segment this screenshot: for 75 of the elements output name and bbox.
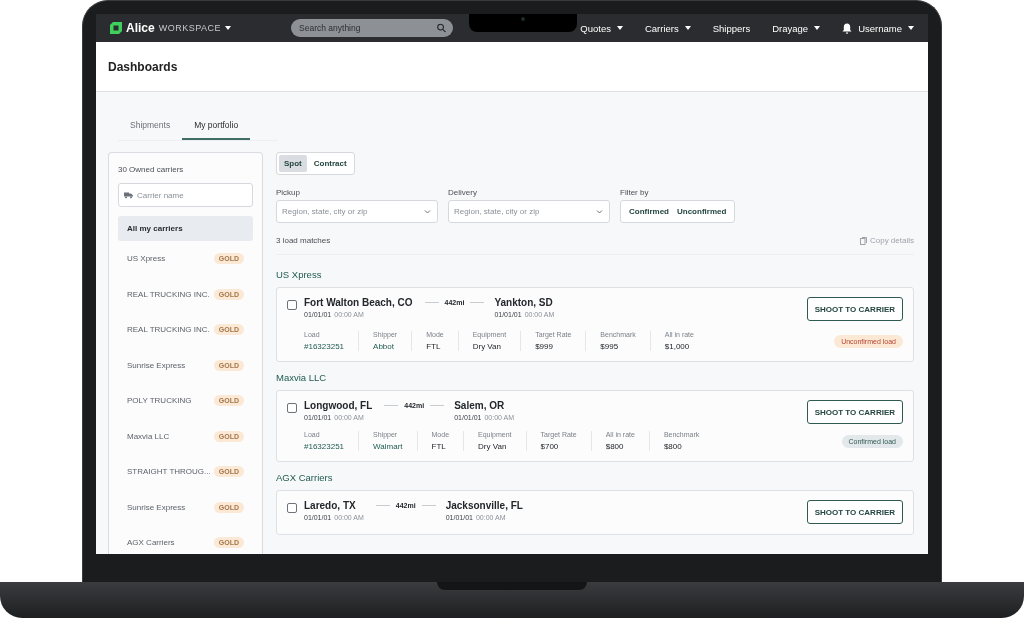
tab[interactable]: My portfolio (182, 112, 251, 140)
carrier-group-title: Maxvia LLC (276, 372, 328, 383)
destination-city: Yankton, SD (494, 297, 554, 308)
brand-suffix: WORKSPACE (158, 23, 222, 33)
carrier-name: All my carriers (127, 224, 183, 233)
chevron-icon (596, 209, 603, 214)
carrier-search-field[interactable]: Carrier name (118, 183, 253, 207)
field-value: $1,000 (664, 342, 691, 351)
shoot-to-carrier-button[interactable]: SHOOT TO CARRIER (806, 400, 903, 424)
origin-city: Longwood, FL (304, 400, 373, 411)
destination-city: Salem, OR (454, 400, 506, 411)
carrier-name: US Xpress (127, 254, 166, 264)
destination-city: Jacksonville, FL (445, 500, 523, 511)
copy-icon (859, 236, 867, 245)
tab[interactable]: Shipments (118, 112, 183, 140)
field-value: $800 (663, 442, 683, 451)
brand-name: Alice (126, 21, 155, 35)
carrier-name: POLY TRUCKING (127, 396, 192, 406)
user-menu[interactable]: Username (842, 22, 914, 34)
filter-option[interactable]: Confirmed (627, 204, 671, 219)
shoot-to-carrier-button[interactable]: SHOOT TO CARRIER (806, 297, 903, 321)
carrier-name: REAL TRUCKING INC. (127, 325, 210, 335)
field-value: Dry Van (478, 442, 508, 451)
nav-menu-item[interactable]: Shippers (712, 22, 751, 34)
caret-icon (684, 26, 691, 30)
page-title: Dashboards (108, 59, 178, 74)
nav-menu-item[interactable]: Drayage (772, 22, 821, 34)
location-select[interactable]: Region, state, city or zip (276, 200, 438, 223)
carrier-name: AGX Carriers (127, 538, 175, 548)
carrier-name: Maxvia LLC (127, 431, 170, 441)
field-value: FTL (426, 342, 442, 351)
carrier-name: REAL TRUCKING INC. (127, 289, 210, 299)
field-value: FTL (431, 442, 447, 451)
carrier-list-item[interactable]: All my carriers (118, 216, 253, 241)
origin-city: Fort Walton Beach, CO (304, 297, 413, 308)
carrier-group-title: AGX Carriers (276, 472, 334, 483)
field-link[interactable]: #16323251 (304, 442, 345, 451)
logo-icon (110, 22, 122, 34)
checkbox[interactable] (287, 403, 297, 413)
filter-label: Delivery (448, 188, 478, 197)
carrier-name: Sunrise Express (127, 502, 186, 512)
field-value: $995 (600, 342, 620, 351)
caret-icon (225, 26, 232, 30)
caret-icon (616, 26, 623, 30)
carrier-name: Sunrise Express (127, 360, 186, 370)
filter-option[interactable]: Unconfirmed (675, 204, 729, 219)
field-link[interactable]: Abbot (373, 342, 398, 351)
mode-toggle-option[interactable]: Spot (279, 155, 307, 172)
carrier-group-title: US Xpress (276, 269, 323, 280)
bell-icon (842, 22, 853, 34)
chevron-icon (424, 209, 431, 214)
truck-icon (124, 191, 133, 199)
field-value: $800 (605, 442, 625, 451)
filter-label: Pickup (276, 188, 301, 197)
nav-menu-item[interactable]: Quotes (580, 22, 623, 34)
field-value: Dry Van (472, 342, 502, 351)
carrier-count: 30 Owned carriers (118, 165, 185, 174)
carrier-name: STRAIGHT THROUG... (127, 467, 211, 477)
field-value: $700 (540, 442, 560, 451)
search-icon (437, 23, 447, 33)
field-link[interactable]: #16323251 (304, 342, 345, 351)
checkbox[interactable] (287, 300, 297, 310)
mode-toggle-option[interactable]: Contract (308, 155, 352, 172)
match-count: 3 load matches (276, 236, 331, 245)
shoot-to-carrier-button[interactable]: SHOOT TO CARRIER (806, 500, 903, 524)
search-field[interactable]: Search anything (291, 19, 454, 37)
filter-label: Filter by (620, 188, 650, 197)
caret-icon (814, 26, 821, 30)
field-value: $999 (535, 342, 554, 351)
location-select[interactable]: Region, state, city or zip (448, 200, 610, 223)
origin-city: Laredo, TX (304, 500, 357, 511)
caret-icon (908, 26, 914, 30)
checkbox[interactable] (287, 503, 297, 513)
field-link[interactable]: Walmart (373, 442, 403, 451)
nav-menu-item[interactable]: Carriers (644, 22, 691, 34)
